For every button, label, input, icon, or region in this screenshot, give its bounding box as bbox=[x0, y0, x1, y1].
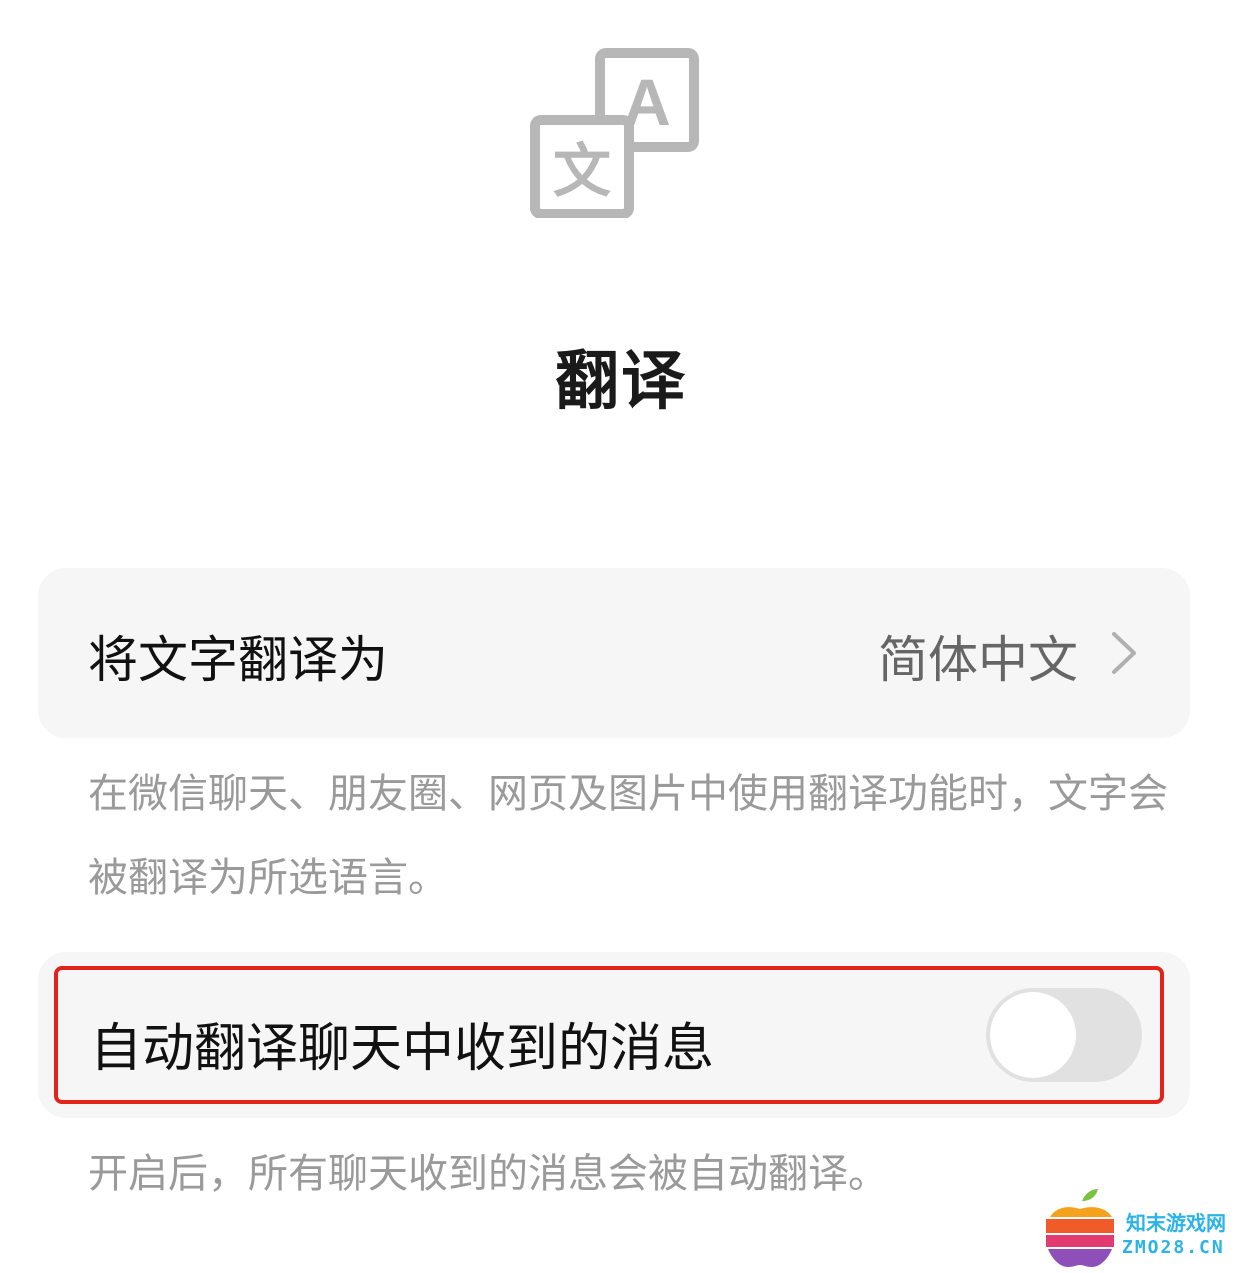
translate-icon: A 文 bbox=[530, 48, 699, 218]
watermark: 知末游戏网 ZMO28.CN bbox=[1038, 1185, 1238, 1271]
translate-language-label: 将文字翻译为 bbox=[88, 631, 388, 689]
page-title: 翻译 bbox=[555, 345, 687, 419]
watermark-domain: ZMO28.CN bbox=[1122, 1237, 1225, 1258]
translate-language-description: 在微信聊天、朋友圈、网页及图片中使用翻译功能时，文字会被翻译为所选语言。 bbox=[88, 771, 1168, 901]
highlight-box bbox=[54, 966, 1164, 1104]
translate-language-row[interactable]: 将文字翻译为 简体中文 bbox=[38, 568, 1190, 738]
apple-logo-icon bbox=[1046, 1189, 1114, 1267]
svg-text:文: 文 bbox=[553, 137, 611, 205]
watermark-name: 知末游戏网 bbox=[1126, 1211, 1226, 1235]
auto-translate-description: 开启后，所有聊天收到的消息会被自动翻译。 bbox=[88, 1151, 888, 1197]
chevron-right-icon bbox=[1112, 632, 1136, 674]
translate-language-value: 简体中文 bbox=[878, 631, 1078, 689]
